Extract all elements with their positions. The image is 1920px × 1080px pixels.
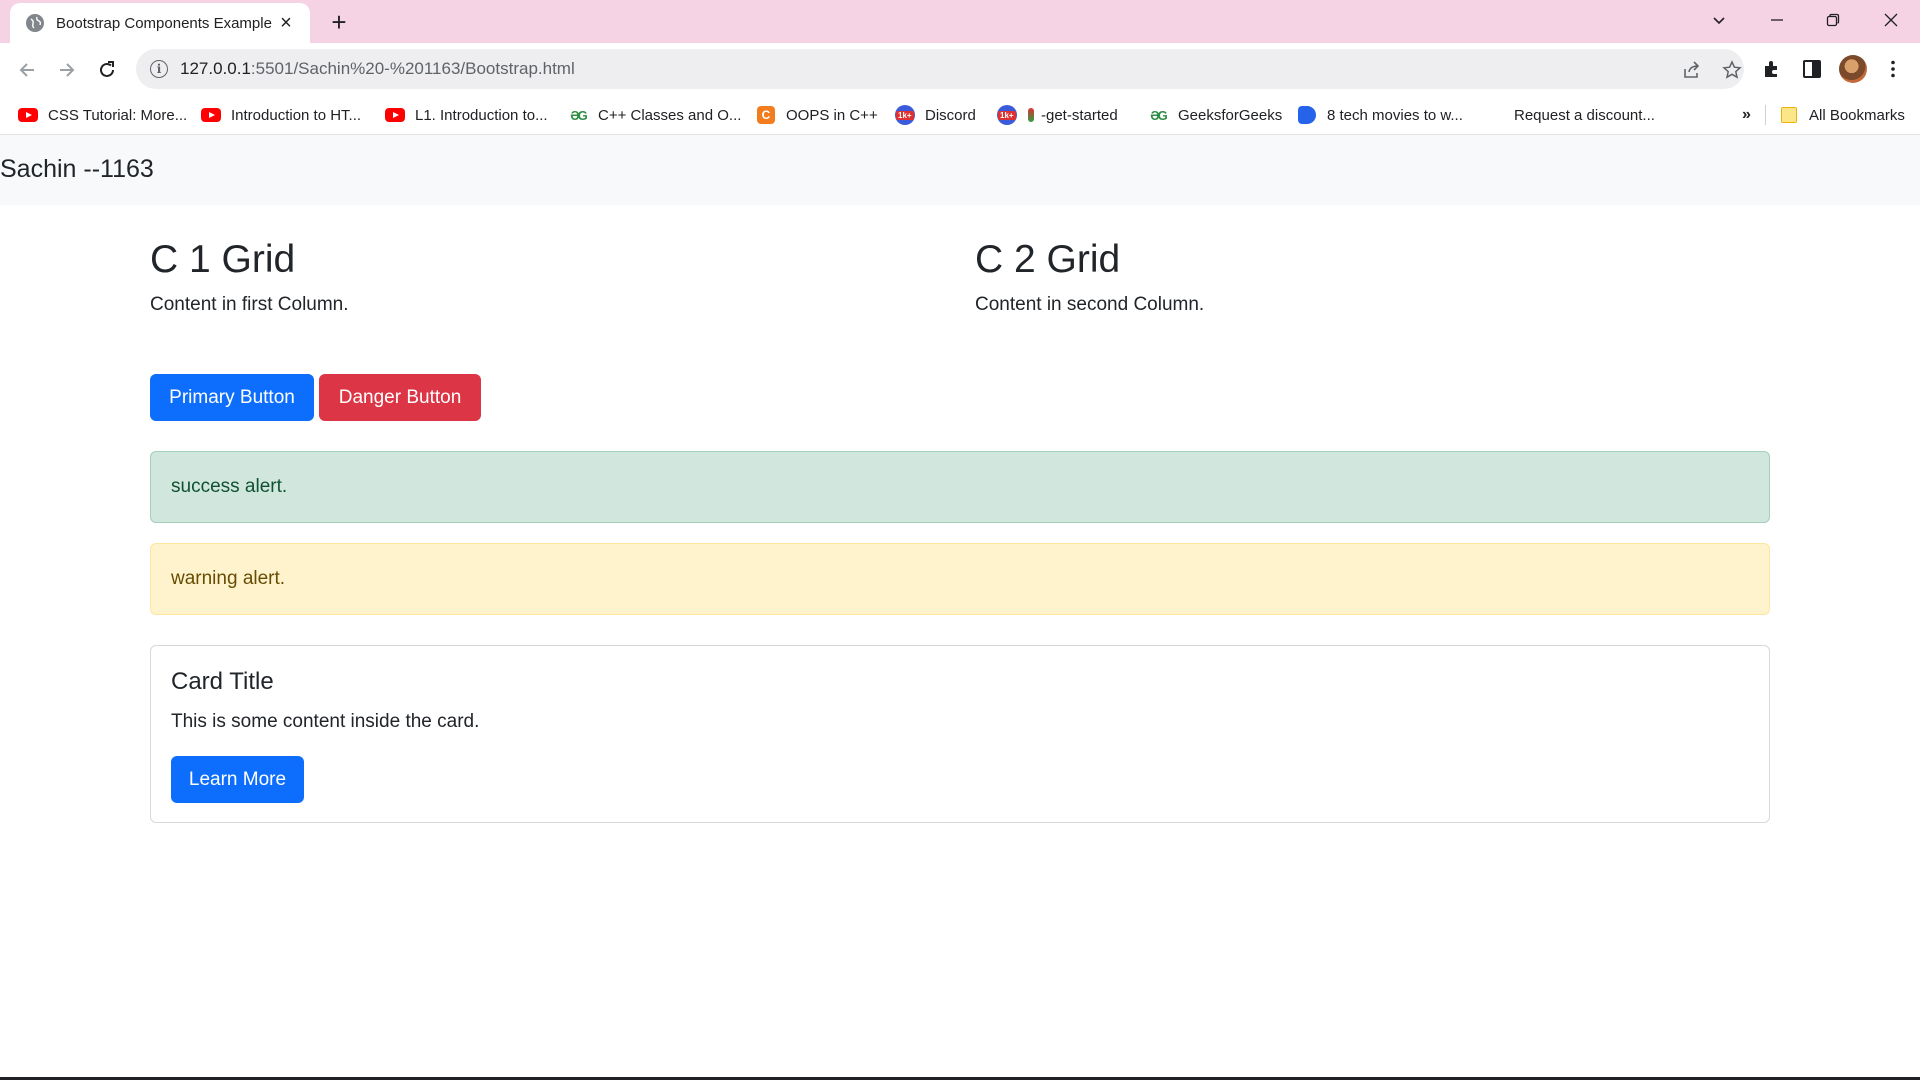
close-window-icon[interactable] xyxy=(1864,0,1918,40)
tab-title: Bootstrap Components Example xyxy=(56,14,272,32)
back-icon[interactable] xyxy=(12,55,42,85)
side-panel-icon[interactable] xyxy=(1798,55,1826,83)
grid-column-2: C 2 Grid Content in second Column. xyxy=(975,237,1204,316)
column-text: Content in first Column. xyxy=(150,293,349,315)
address-bar[interactable]: i 127.0.0.1:5501/Sachin%20-%201163/Boots… xyxy=(136,49,1744,89)
warning-alert: warning alert. xyxy=(150,543,1770,615)
reload-icon[interactable] xyxy=(92,55,122,85)
bookmark-item[interactable]: -get-started xyxy=(997,103,1118,127)
card-title: Card Title xyxy=(171,668,274,695)
bookmark-star-icon[interactable] xyxy=(1720,58,1744,82)
leetcode-icon xyxy=(997,105,1017,125)
bookmark-item[interactable]: Introduction to HT... xyxy=(201,103,361,127)
page-navbar: Sachin --1163 xyxy=(0,135,1920,205)
blue-icon xyxy=(1297,106,1317,124)
youtube-icon xyxy=(385,107,405,123)
bookmark-item[interactable]: L1. Introduction to... xyxy=(385,103,548,127)
close-tab-icon[interactable]: × xyxy=(276,12,296,34)
minimize-icon[interactable] xyxy=(1750,0,1804,40)
primary-button[interactable]: Primary Button xyxy=(150,374,314,421)
all-bookmarks-item[interactable]: All Bookmarks xyxy=(1779,103,1905,127)
profile-avatar[interactable] xyxy=(1839,55,1867,83)
forward-icon[interactable] xyxy=(52,55,82,85)
bookmark-item[interactable]: Request a discount... xyxy=(1514,103,1655,127)
web-page: Sachin --1163 C 1 Grid Content in first … xyxy=(0,135,1920,1078)
youtube-icon xyxy=(201,107,221,123)
bookmark-item[interactable]: CSS Tutorial: More... xyxy=(18,103,187,127)
card: Card Title This is some content inside t… xyxy=(150,645,1770,823)
leetcode-icon xyxy=(895,105,915,125)
extensions-icon[interactable] xyxy=(1758,55,1786,83)
bookmarks-bar: CSS Tutorial: More... Introduction to HT… xyxy=(0,95,1920,135)
dot-icon xyxy=(1027,107,1035,123)
learn-more-button[interactable]: Learn More xyxy=(171,756,304,803)
tab-search-icon[interactable] xyxy=(1692,0,1746,40)
youtube-icon xyxy=(18,107,38,123)
browser-toolbar: i 127.0.0.1:5501/Sachin%20-%201163/Boots… xyxy=(0,43,1920,95)
column-heading: C 1 Grid xyxy=(150,238,296,281)
bookmark-item[interactable]: ƏG GeeksforGeeks xyxy=(1148,103,1282,127)
url-text[interactable]: 127.0.0.1:5501/Sachin%20-%201163/Bootstr… xyxy=(180,59,575,79)
share-icon[interactable] xyxy=(1680,58,1704,82)
geeksforgeeks-icon: ƏG xyxy=(570,107,588,123)
geeksforgeeks-icon: ƏG xyxy=(1150,107,1168,123)
browser-tab[interactable]: Bootstrap Components Example × xyxy=(10,3,310,43)
folder-icon xyxy=(1779,107,1799,123)
new-tab-button[interactable]: + xyxy=(325,7,353,37)
menu-kebab-icon[interactable] xyxy=(1879,55,1907,83)
bookmarks-divider xyxy=(1765,105,1766,125)
site-info-icon[interactable]: i xyxy=(150,60,168,78)
bookmark-item[interactable]: Discord xyxy=(895,103,976,127)
restore-icon[interactable] xyxy=(1806,0,1860,40)
danger-button[interactable]: Danger Button xyxy=(319,374,481,421)
navbar-brand[interactable]: Sachin --1163 xyxy=(0,155,154,184)
bookmark-item[interactable]: ƏG C++ Classes and O... xyxy=(568,103,741,127)
card-text: This is some content inside the card. xyxy=(171,711,480,732)
grid-column-1: C 1 Grid Content in first Column. xyxy=(150,237,349,316)
bookmarks-overflow-icon[interactable]: » xyxy=(1742,103,1751,127)
column-heading: C 2 Grid xyxy=(975,238,1121,281)
success-alert: success alert. xyxy=(150,451,1770,523)
column-text: Content in second Column. xyxy=(975,293,1205,315)
codehelp-icon: C xyxy=(756,106,776,124)
bookmark-item[interactable]: C OOPS in C++ xyxy=(756,103,878,127)
bookmark-item[interactable]: 8 tech movies to w... xyxy=(1297,103,1463,127)
globe-icon xyxy=(26,14,44,32)
tab-strip: Bootstrap Components Example × + xyxy=(0,0,1920,43)
